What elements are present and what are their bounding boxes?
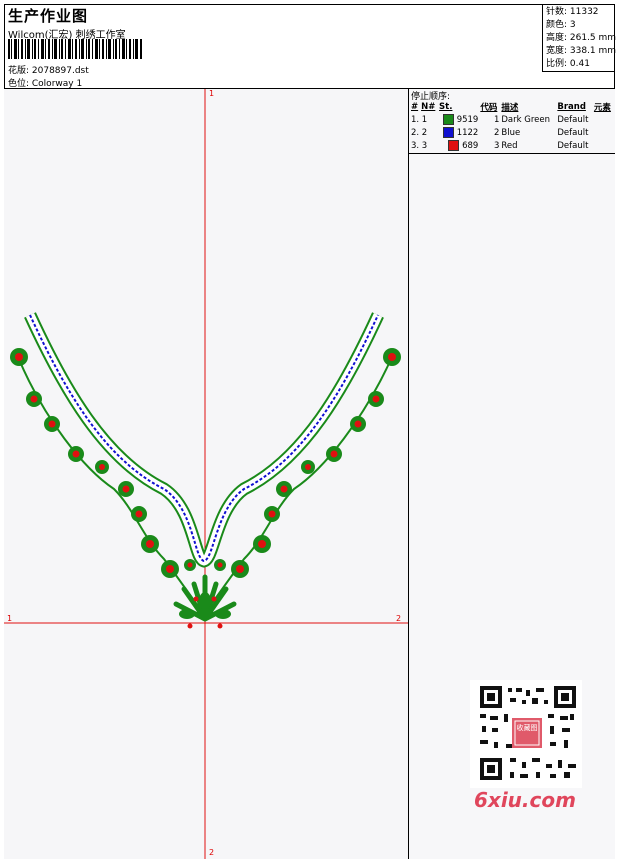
stamp-text: 收藏图 (516, 724, 538, 732)
neckline-outer-border (24, 312, 384, 568)
axis-right-label: 2 (396, 614, 402, 623)
row-brand: Default (557, 140, 589, 151)
embroidery-preview (4, 89, 408, 859)
col-header-brand: Brand (557, 101, 586, 112)
axis-bottom-label: 2 (209, 848, 215, 857)
right-flowers (214, 348, 401, 578)
page-title: 生产作业图 (8, 7, 89, 25)
row-code: 2 (493, 127, 500, 138)
color-swatch-icon (443, 127, 454, 138)
row-desc: Blue (501, 127, 521, 138)
colorway-label: 色位: Colorway 1 (8, 79, 83, 89)
table-row: 3. 3 689 3 Red Default (410, 139, 614, 152)
axis-left-label: 1 (7, 614, 13, 623)
row-stitches: 9519 (438, 113, 479, 126)
row-element (593, 126, 614, 139)
header: 生产作业图 Wilcom(汇宏) 刺绣工作室 花版: 2078897.dst 色… (4, 4, 617, 89)
row-desc: Dark Green (501, 114, 550, 125)
row-stitches: 1122 (438, 126, 479, 139)
row-num: 3. 3 (411, 140, 428, 151)
design-height: 高度: 261.5 mm (546, 33, 617, 43)
col-header-stitches: St. (439, 101, 453, 112)
color-swatch-icon (448, 140, 460, 151)
barcode-icon (8, 39, 142, 59)
col-header-num: # (411, 101, 419, 112)
row-code: 1 (493, 114, 500, 125)
color-swatch-icon (443, 114, 454, 125)
col-header-needle: N# (421, 101, 436, 112)
row-stitches: 689 (438, 139, 479, 152)
design-canvas[interactable]: 1 2 1 2 (4, 89, 409, 859)
panel-divider (409, 153, 615, 154)
row-element (593, 139, 614, 152)
row-brand: Default (557, 127, 589, 138)
col-header-element: 元素 (593, 102, 611, 113)
design-width: 宽度: 338.1 mm (546, 46, 617, 56)
axis-top-label: 1 (209, 89, 215, 98)
design-scale: 比例: 0.41 (546, 59, 590, 69)
stats-box: 针数: 11332 颜色: 3 高度: 261.5 mm 宽度: 338.1 m… (542, 4, 617, 72)
neckline-blue-stitch (29, 314, 379, 563)
table-row: 1. 1 9519 1 Dark Green Default (410, 113, 614, 126)
qr-code-icon[interactable]: 收藏图 (470, 680, 582, 788)
col-header-code: 代码 (480, 102, 498, 113)
row-num: 1. 1 (411, 114, 428, 125)
left-flowers (10, 348, 196, 578)
watermark-site[interactable]: 6xiu.com (474, 788, 576, 812)
table-row: 2. 2 1122 2 Blue Default (410, 126, 614, 139)
row-desc: Red (501, 140, 518, 151)
row-element (593, 113, 614, 126)
neckline-fill (25, 313, 383, 566)
row-code: 3 (493, 140, 500, 151)
col-header-desc: 描述 (501, 102, 519, 113)
table-header-row: # N# St. 代码 描述 Brand 元素 (410, 100, 614, 113)
color-count: 颜色: 3 (546, 20, 576, 30)
row-num: 2. 2 (411, 127, 428, 138)
stop-sequence-table: # N# St. 代码 描述 Brand 元素 1. 1 9519 1 Dark… (410, 100, 614, 152)
design-file-label: 花版: 2078897.dst (8, 66, 89, 76)
row-brand: Default (557, 114, 589, 125)
right-vine (203, 356, 393, 615)
stitch-count: 针数: 11332 (546, 7, 599, 17)
